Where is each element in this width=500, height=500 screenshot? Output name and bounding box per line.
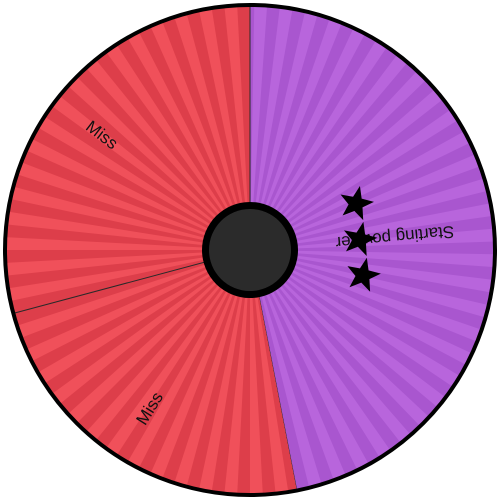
wheel-hub[interactable]	[209, 209, 291, 291]
prize-wheel[interactable]: Starting powder Miss Miss	[0, 0, 500, 500]
wheel-graphic: Starting powderMissMiss	[3, 3, 497, 497]
